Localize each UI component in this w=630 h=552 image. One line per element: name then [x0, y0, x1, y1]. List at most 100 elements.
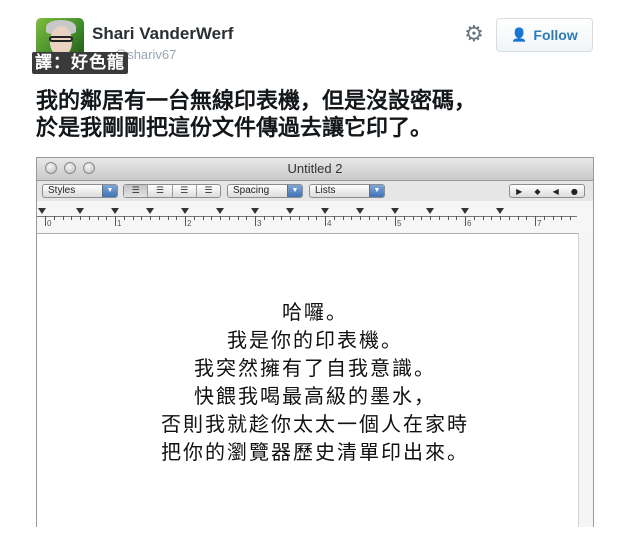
- gear-icon[interactable]: ⚙: [463, 24, 485, 46]
- align-right-icon: ☰: [204, 186, 213, 196]
- ruler-minor-tick: [360, 216, 361, 220]
- ruler-major-tick: [535, 216, 536, 226]
- align-justify-button[interactable]: ☰: [173, 185, 197, 197]
- ruler-minor-tick: [141, 216, 143, 220]
- ruler-minor-tick: [368, 216, 370, 220]
- ruler-minor-tick: [307, 216, 309, 220]
- ruler-minor-tick: [386, 216, 388, 220]
- ruler-minor-tick: [570, 216, 571, 220]
- lists-select-label: Lists: [315, 185, 336, 196]
- left-tab-icon[interactable]: ▶: [516, 187, 522, 196]
- alignment-control: ☰ ☰ ☰ ☰: [123, 184, 221, 198]
- window-titlebar: Untitled 2: [37, 158, 593, 181]
- ruler-minor-tick: [377, 216, 379, 220]
- ruler-minor-tick: [552, 216, 554, 220]
- ruler-minor-tick: [53, 216, 55, 220]
- ruler-minor-tick: [167, 216, 169, 220]
- ruler-major-tick: [395, 216, 396, 226]
- tweet-text: 我的鄰居有一台無線印表機，但是沒設密碼， 於是我剛剛把這份文件傳過去讓它印了。: [36, 89, 477, 141]
- tab-stop-control: ▶ ◆ ◀ ●: [509, 184, 585, 198]
- document-line: 快餵我喝最高級的墨水，: [194, 384, 436, 408]
- translator-credit: 譯：好色龍: [32, 52, 128, 74]
- ruler-minor-tick: [272, 216, 274, 220]
- tab-stop-marker[interactable]: [146, 208, 154, 214]
- ruler-minor-tick: [237, 216, 239, 220]
- ruler-minor-tick: [176, 216, 178, 220]
- ruler-minor-tick: [80, 216, 81, 220]
- follow-button[interactable]: 👤 Follow: [496, 18, 593, 52]
- ruler-number: 7: [537, 219, 542, 228]
- document-body[interactable]: 哈囉。 我是你的印表機。 我突然擁有了自我意識。 快餵我喝最高級的墨水， 否則我就趁你太…: [37, 298, 593, 466]
- ruler-number: 1: [117, 219, 122, 228]
- window-title: Untitled 2: [287, 161, 343, 176]
- ruler-number: 0: [47, 219, 52, 228]
- ruler-minor-tick: [263, 216, 265, 220]
- ruler-number: 3: [257, 219, 262, 228]
- ruler[interactable]: 0 1 2 3 4 5 6 7: [37, 201, 593, 234]
- tab-stop-marker[interactable]: [216, 208, 224, 214]
- ruler-minor-tick: [290, 216, 291, 220]
- ruler-minor-tick: [97, 216, 99, 220]
- author-display-name[interactable]: Shari VanderWerf: [92, 24, 233, 44]
- right-tab-icon[interactable]: ◀: [553, 187, 559, 196]
- ruler-minor-tick: [500, 216, 501, 220]
- spacing-select-label: Spacing: [233, 185, 270, 196]
- tab-stop-marker[interactable]: [111, 208, 119, 214]
- align-left-button[interactable]: ☰: [124, 185, 149, 197]
- document-line: 把你的瀏覽器歷史清單印出來。: [161, 440, 469, 464]
- ruler-minor-tick: [333, 216, 335, 220]
- ruler-minor-tick: [508, 216, 510, 220]
- ruler-minor-tick: [62, 216, 64, 220]
- tab-stop-marker[interactable]: [181, 208, 189, 214]
- align-justify-icon: ☰: [180, 186, 189, 196]
- ruler-number: 2: [187, 219, 192, 228]
- tab-stop-marker[interactable]: [321, 208, 329, 214]
- center-tab-icon[interactable]: ◆: [534, 187, 540, 196]
- ruler-major-tick: [325, 216, 326, 226]
- ruler-minor-tick: [281, 216, 283, 220]
- tab-stop-marker[interactable]: [356, 208, 364, 214]
- ruler-minor-tick: [211, 216, 213, 220]
- ruler-minor-tick: [342, 216, 344, 220]
- ruler-major-tick: [465, 216, 466, 226]
- ruler-minor-tick: [246, 216, 248, 220]
- tab-stop-marker[interactable]: [461, 208, 469, 214]
- lists-select[interactable]: Lists ▼: [309, 184, 385, 198]
- tab-stop-marker[interactable]: [426, 208, 434, 214]
- ruler-number: 6: [467, 219, 472, 228]
- tab-stop-marker[interactable]: [391, 208, 399, 214]
- ruler-minor-tick: [150, 216, 151, 220]
- ruler-major-tick: [45, 216, 46, 226]
- textedit-window: Untitled 2 Styles ▼ ☰ ☰ ☰ ☰ Spacing ▼ Li…: [36, 157, 594, 527]
- ruler-minor-tick: [447, 216, 449, 220]
- ruler-minor-tick: [403, 216, 405, 220]
- tab-stop-marker[interactable]: [76, 208, 84, 214]
- ruler-minor-tick: [298, 216, 300, 220]
- align-center-button[interactable]: ☰: [148, 185, 173, 197]
- align-right-button[interactable]: ☰: [197, 185, 220, 197]
- spacing-select[interactable]: Spacing ▼: [227, 184, 303, 198]
- ruler-minor-tick: [482, 216, 484, 220]
- styles-select[interactable]: Styles ▼: [42, 184, 118, 198]
- ruler-minor-tick: [517, 216, 519, 220]
- follow-button-label: Follow: [533, 27, 578, 43]
- ruler-minor-tick: [412, 216, 414, 220]
- ruler-major-tick: [185, 216, 186, 226]
- tab-stop-marker[interactable]: [496, 208, 504, 214]
- ruler-number: 4: [327, 219, 332, 228]
- align-center-icon: ☰: [155, 186, 164, 196]
- chevron-down-icon: ▼: [102, 185, 117, 197]
- format-toolbar: Styles ▼ ☰ ☰ ☰ ☰ Spacing ▼ Lists ▼ ▶ ◆ ◀…: [37, 181, 593, 201]
- ruler-minor-tick: [220, 216, 221, 220]
- document-line: 我是你的印表機。: [227, 328, 403, 352]
- ruler-minor-tick: [123, 216, 125, 220]
- indent-marker[interactable]: [38, 208, 46, 214]
- decimal-tab-icon[interactable]: ●: [571, 187, 578, 196]
- tab-stop-marker[interactable]: [286, 208, 294, 214]
- ruler-major-tick: [115, 216, 116, 226]
- styles-select-label: Styles: [48, 185, 76, 196]
- ruler-minor-tick: [316, 216, 318, 220]
- add-user-icon: 👤: [511, 27, 528, 42]
- ruler-minor-tick: [71, 216, 73, 220]
- tab-stop-marker[interactable]: [251, 208, 259, 214]
